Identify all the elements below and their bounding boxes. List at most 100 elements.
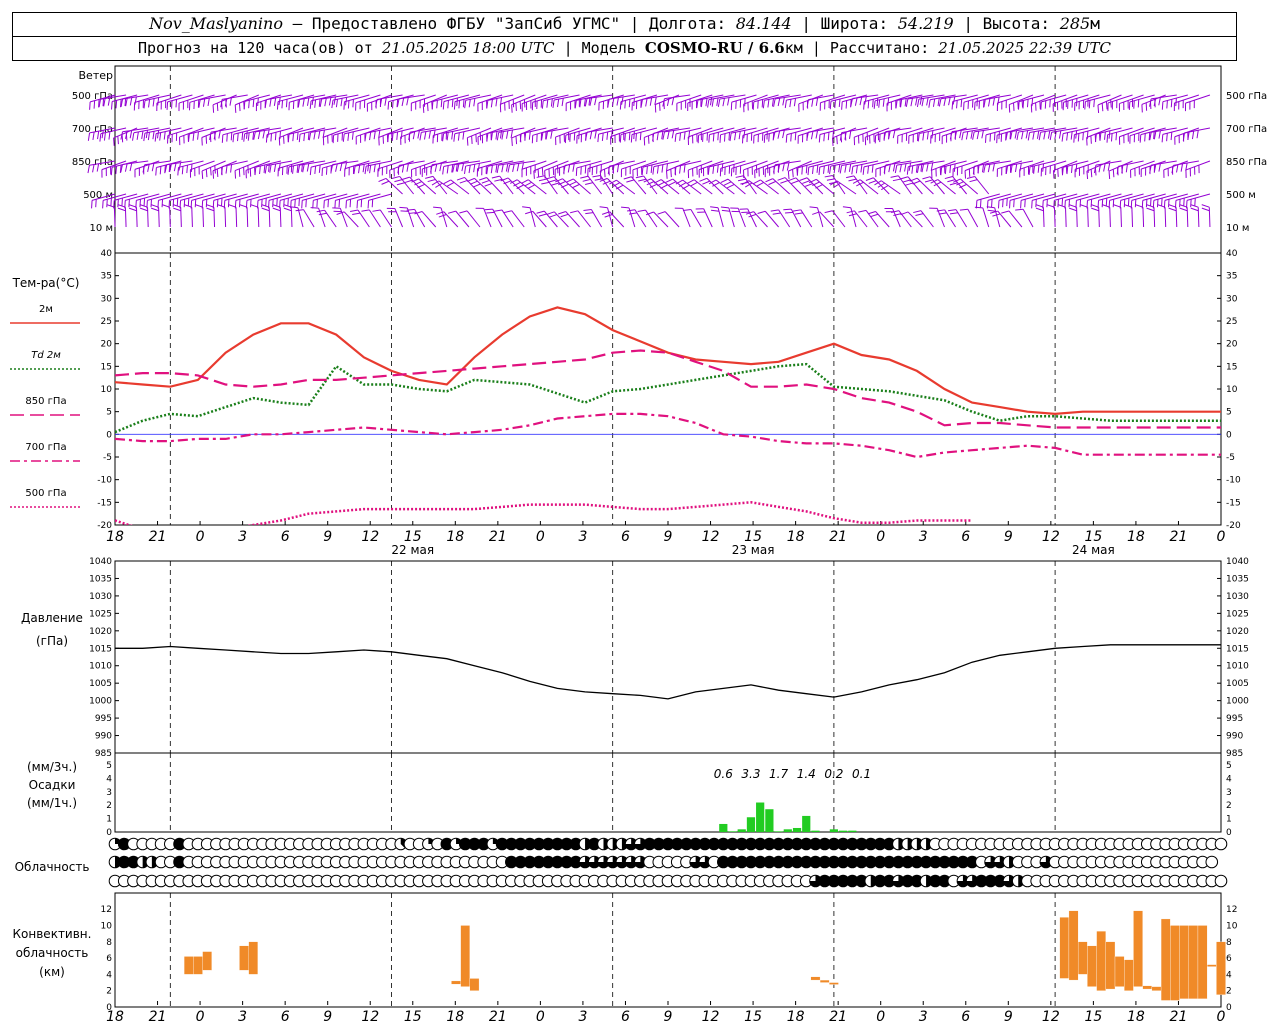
convective-tick-label-left: 8 <box>106 938 112 948</box>
wind-barb-feather <box>453 133 456 142</box>
precip-bar <box>756 802 765 832</box>
wind-barb-feather <box>1146 207 1155 212</box>
wind-level-label-right: 10 м <box>1226 223 1249 234</box>
wind-barb-feather <box>627 209 636 212</box>
hour-tick-label: 9 <box>664 529 673 545</box>
wind-barb-feather <box>702 180 710 185</box>
wind-barb <box>511 94 536 113</box>
temp-legend-label: 700 гПа <box>25 442 66 453</box>
temp-tick-label-right: -10 <box>1226 476 1241 486</box>
wind-barb-feather <box>805 183 813 187</box>
wind-barb-feather <box>339 163 343 172</box>
wind-barb-feather <box>1111 133 1113 142</box>
wind-barb-staff <box>576 160 602 169</box>
wind-barb <box>695 208 713 228</box>
precip-tick-label-right: 5 <box>1226 761 1232 771</box>
wind-barb-feather <box>536 175 545 178</box>
wind-barb-feather <box>496 132 500 141</box>
precip-bar <box>719 823 728 832</box>
wind-barb-staff <box>136 193 160 201</box>
wind-barb-feather <box>431 101 434 110</box>
wind-barb-feather <box>812 165 814 175</box>
wind-barb-feather <box>787 171 790 180</box>
wind-barb-feather <box>904 98 907 107</box>
wind-barb-feather <box>129 97 133 106</box>
wind-barb-feather <box>442 133 445 142</box>
wind-barb-feather <box>727 97 730 106</box>
wind-barb-feather <box>807 167 810 176</box>
wind-barb <box>332 127 359 144</box>
wind-barb-feather <box>790 133 792 142</box>
wind-barb-staff <box>693 179 713 195</box>
wind-barb-feather <box>287 166 290 175</box>
wind-barb-staff <box>1032 193 1056 201</box>
wind-barb-feather <box>292 165 294 174</box>
wind-barb-feather <box>959 130 962 139</box>
wind-barb-feather <box>782 130 785 139</box>
wind-barb <box>592 174 614 195</box>
convective-bar <box>1170 925 1180 1001</box>
convective-bar <box>1188 925 1199 999</box>
wind-barb-feather <box>601 132 604 142</box>
wind-barb-feather <box>462 131 465 140</box>
wind-barb-feather <box>565 178 574 183</box>
wind-barb-feather <box>1108 170 1111 180</box>
pressure-tick-label-right: 995 <box>1226 714 1243 724</box>
wind-barb-feather <box>261 207 270 212</box>
wind-barb-feather <box>1201 204 1210 208</box>
wind-barb-staff <box>423 94 447 106</box>
wind-barb-feather <box>93 100 96 109</box>
wind-barb-staff <box>511 210 525 228</box>
convective-unit: (км) <box>39 965 65 979</box>
hour-tick-label-bottom: 18 <box>446 1009 464 1024</box>
wind-barb <box>361 209 381 228</box>
wind-barb-feather <box>734 132 737 141</box>
wind-barb-feather <box>128 207 137 212</box>
wind-barb-feather <box>466 177 475 182</box>
wind-barb-feather <box>921 164 924 173</box>
wind-barb <box>431 94 458 110</box>
convective-tick-label-right: 12 <box>1226 905 1237 915</box>
wind-barb-feather <box>446 181 455 187</box>
wind-barb-feather <box>623 176 632 180</box>
wind-barb-feather <box>307 131 310 140</box>
wind-barb-staff <box>1153 193 1177 201</box>
wind-barb-feather <box>838 164 841 173</box>
wind-barb-feather <box>784 100 787 109</box>
wind-barb-feather <box>1047 130 1051 139</box>
wind-barb-feather <box>347 132 350 141</box>
wind-barb <box>408 127 436 141</box>
wind-barb <box>522 206 536 228</box>
convective-bar <box>1105 941 1116 990</box>
wind-barb-feather <box>424 131 427 140</box>
wind-barb-staff <box>1162 94 1188 103</box>
wind-barb-staff <box>113 207 116 228</box>
wind-barb-feather <box>139 207 148 212</box>
wind-barb-feather <box>823 133 825 142</box>
wind-barb-feather <box>216 168 219 177</box>
wind-barb-feather <box>679 165 681 174</box>
wind-barb-feather <box>708 134 710 143</box>
wind-barb <box>846 175 868 195</box>
wind-barb-feather <box>860 164 863 173</box>
cloud-circle <box>1214 837 1228 851</box>
precip-tick-label-left: 4 <box>106 774 112 784</box>
wind-barb-feather <box>308 132 312 141</box>
wind-barb-feather <box>1031 98 1034 107</box>
wind-barb-feather <box>831 137 834 146</box>
wind-barb-feather <box>1168 207 1177 212</box>
wind-barb-feather <box>347 100 350 109</box>
wind-barb-staff <box>135 207 138 228</box>
wind-barb-staff <box>607 207 614 228</box>
wind-barb-feather <box>626 179 635 183</box>
wind-barb <box>944 176 968 195</box>
wind-barb-feather <box>966 175 975 180</box>
wind-barb-staff <box>1175 207 1178 228</box>
wind-barb-staff <box>698 160 724 171</box>
wind-barb <box>645 211 669 228</box>
wind-barb-feather <box>1170 132 1173 141</box>
convective-bar <box>469 978 480 991</box>
wind-barb-staff <box>180 193 204 201</box>
wind-barb-feather <box>302 98 305 107</box>
wind-barb-feather <box>723 181 732 186</box>
